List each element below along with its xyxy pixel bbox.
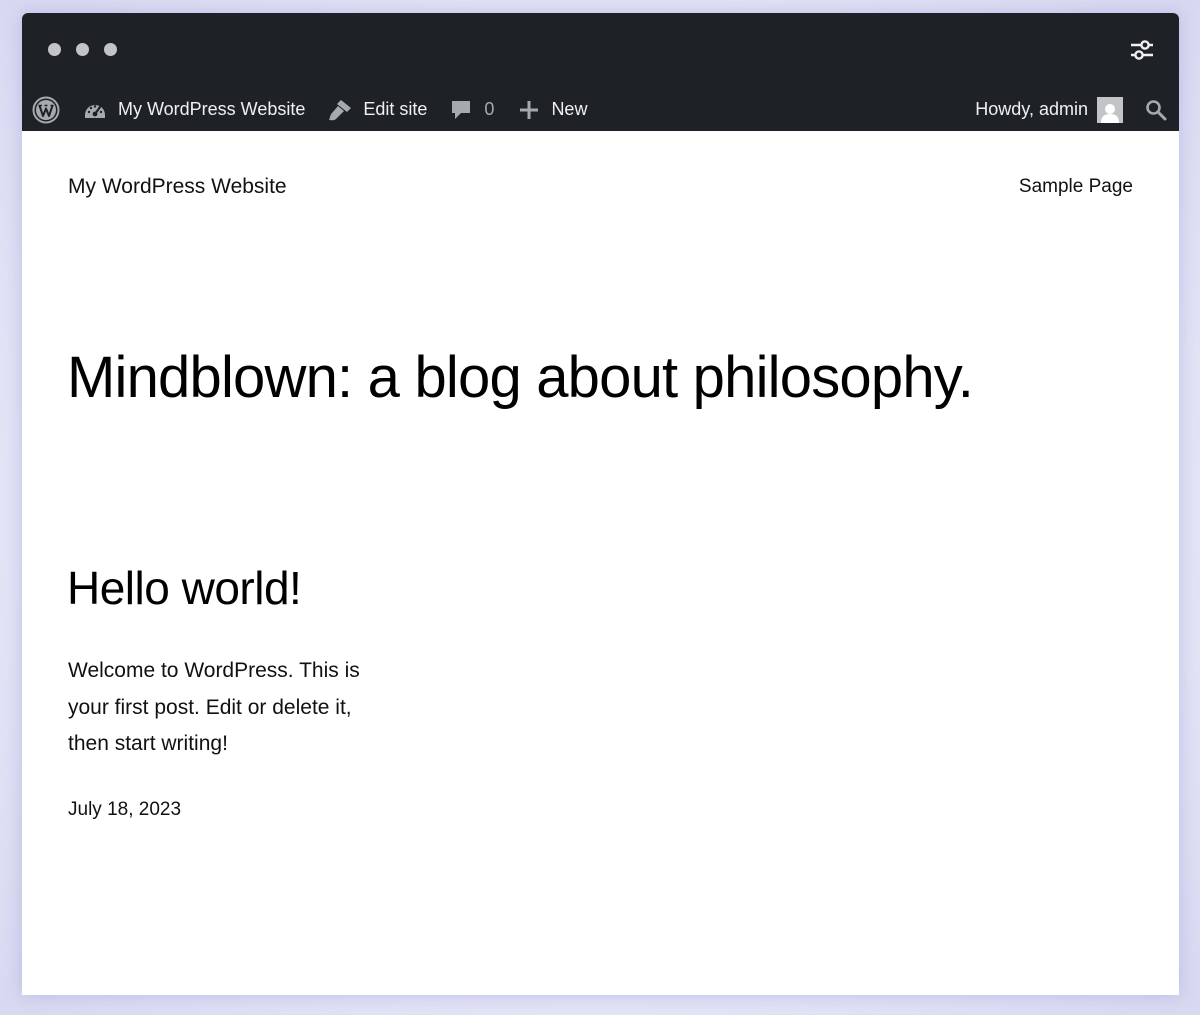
- site-header: My WordPress Website Sample Page: [68, 175, 1133, 199]
- post-title-link[interactable]: Hello world!: [67, 561, 302, 615]
- wordpress-logo-icon[interactable]: [31, 95, 61, 125]
- sliders-icon[interactable]: [1129, 37, 1155, 63]
- user-avatar-icon: [1097, 96, 1123, 123]
- window-close-button[interactable]: [48, 43, 61, 56]
- howdy-label: Howdy, admin: [975, 99, 1088, 119]
- dashboard-gauge-icon: [85, 104, 105, 118]
- admin-bar-new[interactable]: New: [519, 88, 587, 131]
- site-title-link[interactable]: My WordPress Website: [68, 175, 287, 199]
- admin-bar-site-label: My WordPress Website: [118, 99, 306, 119]
- window-titlebar: [22, 13, 1179, 88]
- comment-bubble-icon: [452, 100, 471, 119]
- admin-bar-comments[interactable]: 0: [451, 88, 494, 131]
- search-icon: [1146, 99, 1167, 120]
- admin-bar-secondary: Howdy, admin: [975, 88, 1179, 131]
- admin-bar-site-name[interactable]: My WordPress Website: [83, 88, 305, 131]
- plus-icon: [520, 100, 539, 119]
- comments-count: 0: [484, 99, 495, 119]
- site-tagline: Mindblown: a blog about philosophy.: [67, 345, 974, 410]
- admin-bar-account[interactable]: Howdy, admin: [975, 88, 1123, 131]
- admin-bar-search[interactable]: [1145, 88, 1167, 131]
- window-controls: [48, 43, 117, 56]
- window-maximize-button[interactable]: [104, 43, 117, 56]
- brush-icon: [329, 99, 352, 120]
- site-content: My WordPress Website Sample Page Mindblo…: [22, 131, 1179, 995]
- admin-bar-new-label: New: [551, 99, 588, 119]
- wp-admin-bar: My WordPress Website Edit site 0 New How…: [22, 88, 1179, 131]
- admin-bar-edit-label: Edit site: [363, 99, 428, 119]
- post-excerpt: Welcome to WordPress. This is your first…: [68, 659, 360, 755]
- browser-window: My WordPress Website Edit site 0 New How…: [22, 13, 1179, 995]
- admin-bar-edit-site[interactable]: Edit site: [327, 88, 427, 131]
- site-navigation: Sample Page: [1019, 176, 1133, 198]
- post-date-link[interactable]: July 18, 2023: [68, 799, 181, 821]
- window-minimize-button[interactable]: [76, 43, 89, 56]
- nav-link-sample-page[interactable]: Sample Page: [1019, 176, 1133, 197]
